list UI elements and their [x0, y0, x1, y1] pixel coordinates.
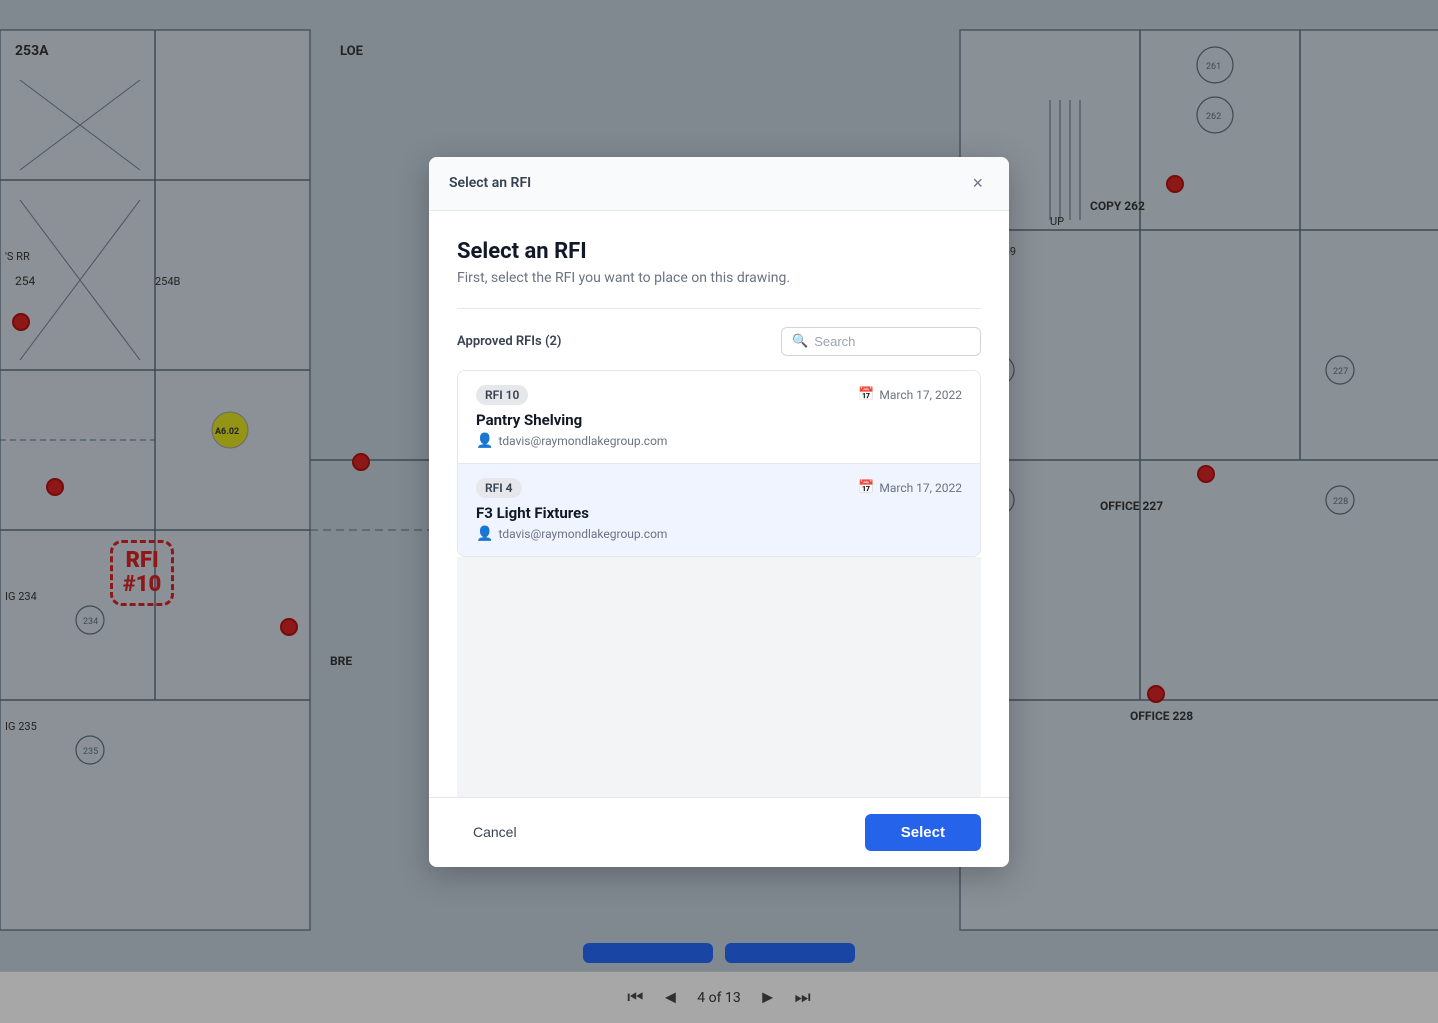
rfi-user-email-0: tdavis@raymondlakegroup.com — [498, 434, 667, 448]
rfi-name-0: Pantry Shelving — [476, 411, 962, 429]
rfi-date-0: 📅 March 17, 2022 — [858, 387, 962, 402]
rfi-date-text-1: March 17, 2022 — [879, 481, 962, 495]
search-icon: 🔍 — [792, 334, 808, 349]
rfi-user-email-1: tdavis@raymondlakegroup.com — [498, 527, 667, 541]
rfi-name-1: F3 Light Fixtures — [476, 504, 962, 522]
calendar-icon-1: 📅 — [858, 480, 874, 495]
rfi-badge-0: RFI 10 — [476, 385, 528, 405]
modal-subtitle: First, select the RFI you want to place … — [457, 270, 981, 286]
rfi-user-0: 👤 tdavis@raymondlakegroup.com — [476, 433, 962, 449]
rfi-empty-area — [457, 557, 981, 797]
rfi-date-text-0: March 17, 2022 — [879, 388, 962, 402]
rfi-date-1: 📅 March 17, 2022 — [858, 480, 962, 495]
modal-title: Select an RFI — [457, 239, 981, 264]
modal-divider — [457, 308, 981, 309]
user-icon-1: 👤 — [476, 526, 493, 542]
rfi-list: RFI 10 📅 March 17, 2022 Pantry Shelving … — [457, 370, 981, 557]
modal-header-title: Select an RFI — [449, 175, 531, 191]
modal-body: Select an RFI First, select the RFI you … — [429, 211, 1009, 797]
select-rfi-modal: Select an RFI × Select an RFI First, sel… — [429, 157, 1009, 867]
search-box[interactable]: 🔍 — [781, 327, 981, 356]
search-input[interactable] — [814, 334, 970, 349]
modal-header: Select an RFI × — [429, 157, 1009, 211]
rfi-card-0[interactable]: RFI 10 📅 March 17, 2022 Pantry Shelving … — [458, 371, 980, 464]
section-header: Approved RFIs (2) 🔍 — [457, 327, 981, 356]
rfi-card-1[interactable]: RFI 4 📅 March 17, 2022 F3 Light Fixtures… — [458, 464, 980, 556]
rfi-user-1: 👤 tdavis@raymondlakegroup.com — [476, 526, 962, 542]
section-label: Approved RFIs (2) — [457, 334, 561, 349]
modal-footer: Cancel Select — [429, 797, 1009, 867]
rfi-badge-1: RFI 4 — [476, 478, 522, 498]
user-icon-0: 👤 — [476, 433, 493, 449]
modal-close-button[interactable]: × — [966, 171, 989, 196]
select-button[interactable]: Select — [865, 814, 981, 851]
calendar-icon-0: 📅 — [858, 387, 874, 402]
cancel-button[interactable]: Cancel — [457, 816, 533, 848]
modal-overlay: Select an RFI × Select an RFI First, sel… — [0, 0, 1438, 1023]
